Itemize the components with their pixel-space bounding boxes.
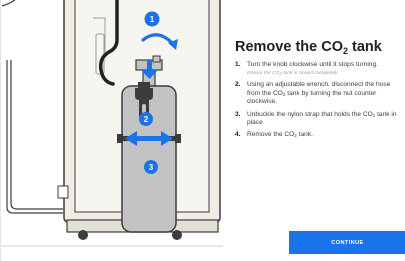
- step-badge-2: 2: [139, 112, 153, 126]
- step-text: Remove the CO2 tank.: [247, 131, 313, 139]
- instructions-panel: Remove the CO2 tank 1. Turn the knob clo…: [235, 0, 405, 261]
- tank-removal-dialog: 1 2 3 Remove the CO2 tank 1. Turn the kn…: [0, 0, 405, 261]
- continue-button[interactable]: CONTINUE: [289, 231, 405, 254]
- step-text: Unbuckle the nylon strap that holds the …: [247, 110, 397, 127]
- step-badge-1: 1: [144, 11, 160, 27]
- step-number: 1.: [235, 61, 241, 68]
- step-number: 3.: [235, 110, 241, 118]
- step-item-2: 2. Using an adjustable wrench, disconnec…: [235, 81, 404, 106]
- step-note: Ensure the CO2 tank is closed completely: [247, 71, 338, 77]
- svg-text:2: 2: [144, 115, 149, 124]
- step-item-1: 1. Turn the knob clockwise until it stop…: [235, 61, 404, 77]
- step-number: 2.: [235, 81, 241, 89]
- page-title: Remove the CO2 tank: [235, 39, 382, 56]
- step-text: Using an adjustable wrench, disconnect t…: [247, 81, 391, 106]
- machine-drawing: 1 2 3: [1, 0, 223, 247]
- step-number: 4.: [235, 131, 241, 139]
- machine-illustration: 1 2 3: [1, 0, 223, 261]
- step-badge-3: 3: [144, 160, 158, 174]
- step-text: Turn the knob clockwise until it stops t…: [247, 61, 378, 68]
- step-item-4: 4. Remove the CO2 tank.: [235, 131, 404, 139]
- svg-text:1: 1: [150, 15, 155, 24]
- step-item-3: 3. Unbuckle the nylon strap that holds t…: [235, 111, 404, 128]
- steps-list: 1. Turn the knob clockwise until it stop…: [235, 61, 404, 144]
- svg-text:3: 3: [149, 163, 154, 172]
